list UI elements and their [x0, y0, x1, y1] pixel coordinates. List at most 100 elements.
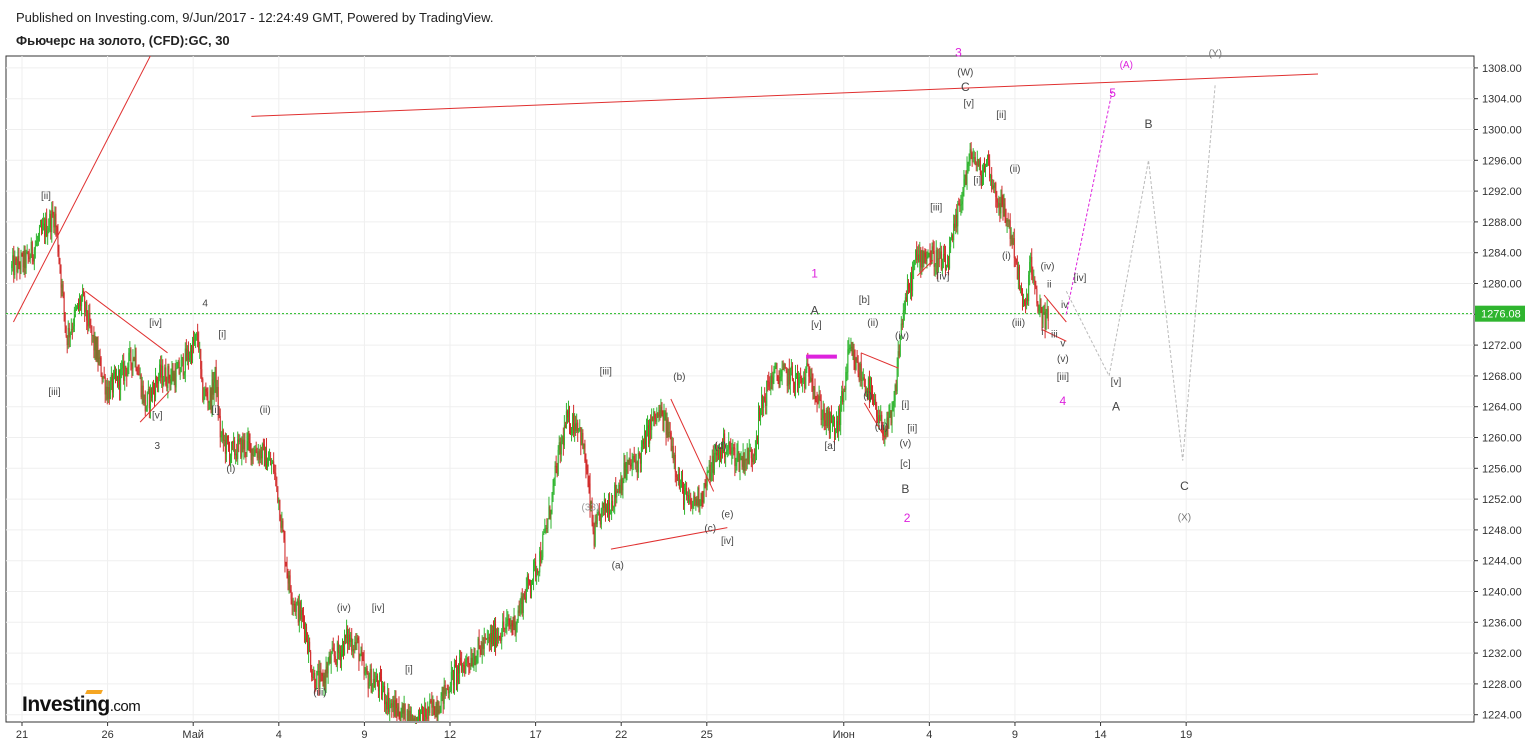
candle-body [482, 642, 484, 649]
candle-body [121, 368, 123, 370]
candle-body [512, 626, 514, 628]
candle-body [527, 575, 529, 581]
y-tick-label: 1240.00 [1482, 587, 1522, 599]
candle-body [608, 502, 610, 512]
candle-body [525, 587, 527, 600]
candle-body [441, 687, 443, 696]
candle-body [613, 507, 615, 509]
candle-body [389, 704, 391, 713]
candle-body [961, 201, 963, 205]
candle-body [759, 412, 761, 418]
candle-body [404, 703, 406, 721]
candle-body [129, 349, 131, 353]
candle-body [391, 703, 393, 708]
candle-body [574, 423, 576, 434]
candle-body [279, 499, 281, 521]
candle-body [415, 723, 417, 725]
wave-label: i [1041, 327, 1043, 338]
candle-body [708, 464, 710, 472]
candle-body [1002, 204, 1004, 213]
candle-body [578, 428, 580, 432]
candle-body [189, 348, 191, 358]
candle-body [112, 374, 114, 393]
candle-body [710, 472, 712, 481]
candle-body [793, 382, 795, 390]
candle-body [470, 657, 472, 667]
candle-body [660, 406, 662, 418]
candle-body [413, 718, 415, 721]
candle-body [117, 376, 119, 387]
y-tick-label: 1272.00 [1482, 340, 1522, 352]
candle-body [896, 366, 898, 392]
candle-body [1028, 274, 1030, 302]
candle-body [651, 416, 653, 431]
candle-body [684, 490, 686, 506]
candle-body [901, 323, 903, 325]
wave-label: [v] [152, 410, 163, 421]
current-price-label: 1276.08 [1481, 309, 1521, 321]
candle-body [494, 623, 496, 644]
candle-body [258, 451, 260, 460]
candle-body [927, 254, 929, 257]
candle-body [472, 663, 474, 666]
price-chart[interactable]: 3(W)C[v][ii](ii)[i][iii](i)[iv](iii)(iv)… [0, 0, 1531, 747]
candle-body [281, 520, 283, 528]
candle-body [67, 327, 69, 346]
candle-body [378, 675, 380, 692]
candle-body [861, 380, 863, 382]
candle-body [601, 502, 603, 509]
candle-body [98, 357, 100, 364]
candle-body [910, 274, 912, 291]
candle-body [177, 361, 179, 369]
candle-body [751, 458, 753, 462]
candle-body [139, 374, 141, 376]
candle-body [297, 600, 299, 623]
candle-body [1019, 288, 1021, 290]
candle-body [157, 381, 159, 384]
candle-body [365, 668, 367, 672]
candle-body [841, 391, 843, 402]
candle-body [356, 637, 358, 644]
candle-body [41, 226, 43, 232]
y-tick-label: 1300.00 [1482, 125, 1522, 137]
candle-body [848, 347, 850, 350]
candle-body [203, 396, 205, 401]
candle-body [546, 527, 548, 529]
candle-body [801, 378, 803, 383]
candle-body [351, 638, 353, 652]
candle-body [538, 572, 540, 574]
candle-body [803, 377, 805, 379]
candle-body [785, 368, 787, 371]
candle-body [300, 610, 302, 620]
candle-body [417, 712, 419, 718]
candle-body [107, 387, 109, 400]
y-tick-label: 1256.00 [1482, 463, 1522, 475]
candle-body [754, 449, 756, 456]
candle-body [265, 447, 267, 470]
y-axis[interactable]: 1224.00 1228.00 1232.00 1236.00 1240.00 1244.… [1474, 63, 1522, 722]
candle-body [936, 250, 938, 273]
x-tick-label: 4 [276, 729, 282, 741]
wave-label: (iv) [895, 331, 909, 342]
wave-label: (33) [581, 503, 599, 514]
y-tick-label: 1280.00 [1482, 279, 1522, 291]
y-tick-label: 1232.00 [1482, 648, 1522, 660]
candle-body [42, 225, 44, 232]
candle-body [136, 368, 138, 374]
x-axis[interactable]: 21 26 Май 4 9 12 17 22 25 Июн 4 9 14 19 [16, 722, 1192, 741]
y-tick-label: 1292.00 [1482, 186, 1522, 198]
candle-body [43, 223, 45, 226]
candle-body [424, 707, 426, 721]
candle-body [202, 379, 204, 401]
candle-body [277, 486, 279, 503]
wave-label: (d) [714, 441, 726, 452]
candle-body [398, 706, 400, 718]
candle-body [322, 675, 324, 686]
candle-body [953, 223, 955, 241]
candle-body [744, 459, 746, 471]
candle-body [49, 213, 51, 228]
candle-body [588, 481, 590, 484]
candle-body [945, 267, 947, 271]
candle-body [1045, 311, 1047, 330]
candle-body [554, 465, 556, 478]
